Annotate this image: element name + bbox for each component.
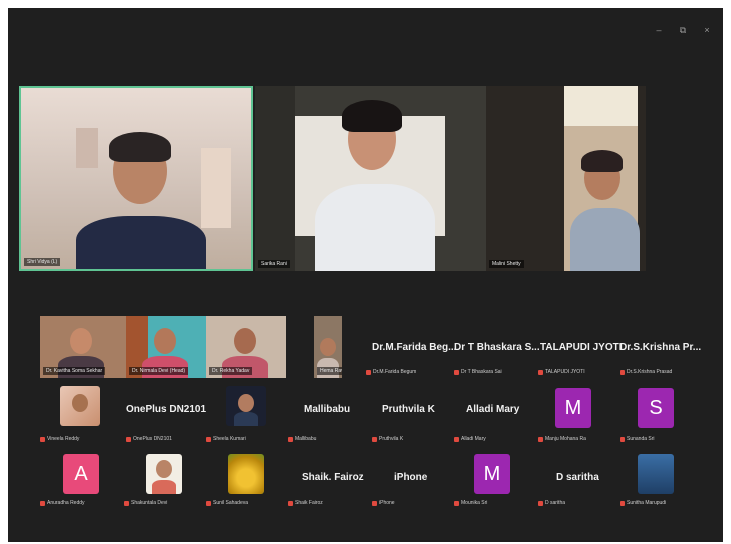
participant-name-label: Dr. Nirmala Devi (Head) <box>129 367 189 375</box>
participant-name: Alladi Mary <box>466 404 520 415</box>
mic-muted-icon <box>206 436 211 442</box>
mic-muted-icon <box>288 500 293 506</box>
participant-avatar-photo <box>228 454 264 494</box>
participant-label: Sunitha Marupudi <box>620 500 666 506</box>
participant-label: D saritha <box>538 500 565 506</box>
participant-name-label: Malini Shetty <box>489 260 524 268</box>
participant-label: OnePlus DN2101 <box>126 436 172 442</box>
participant-label: Mounika Sri <box>454 500 487 506</box>
participant-label: Shaik Fairoz <box>288 500 323 506</box>
mic-muted-icon <box>372 500 377 506</box>
participant-name-label: Dr. Kavitha Soma Sekhar <box>43 367 106 375</box>
participant-name: Mallibabu <box>304 404 351 415</box>
participant-name: Dr.S.Krishna Pr... <box>620 342 702 353</box>
mic-muted-icon <box>538 436 543 442</box>
video-tile[interactable]: Hema Ravi <box>314 316 342 378</box>
mic-muted-icon <box>40 436 45 442</box>
participant-label: Pruthvila K <box>372 436 403 442</box>
participant-name: iPhone <box>394 472 428 483</box>
mic-muted-icon <box>124 500 129 506</box>
participant-name: TALAPUDI JYOTI <box>540 342 622 353</box>
participant-label: Sunil Sahadeva <box>206 500 248 506</box>
participant-name-label: Hema Ravi <box>317 367 342 375</box>
participant-label: Alladi Mary <box>454 436 486 442</box>
window-decor <box>76 128 98 168</box>
mic-muted-icon <box>40 500 45 506</box>
close-icon[interactable]: × <box>701 24 713 36</box>
mic-muted-icon <box>538 369 543 375</box>
mic-muted-icon <box>454 436 459 442</box>
minimize-icon[interactable]: – <box>653 24 665 36</box>
mic-muted-icon <box>620 500 625 506</box>
restore-icon[interactable]: ⧉ <box>677 24 689 36</box>
video-tile[interactable]: Dr. Kavitha Soma Sekhar <box>40 316 126 378</box>
participant-label: Mallibabu <box>288 436 316 442</box>
mic-muted-icon <box>372 436 377 442</box>
participant-name: Pruthvila K <box>382 404 435 415</box>
participant-name: Dr T Bhaskara S... <box>454 342 540 353</box>
participant-avatar-letter: A <box>63 454 99 494</box>
participant-name-label: Dr. Rekha Yadav <box>209 367 253 375</box>
video-tile[interactable]: Dr. Rekha Yadav <box>206 316 286 378</box>
participant-name-label: Sarika Rani <box>258 260 290 268</box>
mic-muted-icon <box>538 500 543 506</box>
participant-label: Sheela Kumari <box>206 436 246 442</box>
participant-avatar-letter: S <box>638 388 674 428</box>
featured-video-tile-1[interactable]: Shri Vidya (L) <box>19 86 253 271</box>
mic-muted-icon <box>206 500 211 506</box>
participant-name: OnePlus DN2101 <box>126 404 207 415</box>
participant-label: Vineela Reddy <box>40 436 79 442</box>
window-controls: – ⧉ × <box>653 24 713 36</box>
participant-avatar-letter: M <box>474 454 510 494</box>
mic-muted-icon <box>454 369 459 375</box>
participant-label: Manju Mohana Ra <box>538 436 586 442</box>
meeting-window: – ⧉ × Shri Vidya (L) Sarika Rani Malini … <box>8 8 723 542</box>
participant-label: Sunanda Sri <box>620 436 655 442</box>
participant-avatar-photo <box>226 386 266 426</box>
mic-muted-icon <box>620 369 625 375</box>
participant-avatar-letter: M <box>555 388 591 428</box>
mic-muted-icon <box>620 436 625 442</box>
participant-name: Dr.M.Farida Beg... <box>372 342 457 353</box>
video-tile[interactable]: Dr. Nirmala Devi (Head) <box>126 316 206 378</box>
participant-name: Shaik. Fairoz <box>302 472 364 483</box>
participant-avatar-photo <box>146 454 182 494</box>
mic-muted-icon <box>454 500 459 506</box>
mic-muted-icon <box>366 369 371 375</box>
participant-avatar-photo <box>638 454 674 494</box>
participant-avatar-photo <box>60 386 100 426</box>
participant-name-label: Shri Vidya (L) <box>24 258 61 266</box>
participant-label: Anuradha Reddy <box>40 500 85 506</box>
mic-muted-icon <box>126 436 131 442</box>
featured-video-tile-3[interactable]: Malini Shetty <box>486 86 646 271</box>
participant-label: Dr.M.Farida Begum <box>366 369 416 375</box>
mic-muted-icon <box>288 436 293 442</box>
participant-label: Shakuntala Devi <box>124 500 167 506</box>
participant-label: Dr T Bhaskara Sai <box>454 369 502 375</box>
featured-video-tile-2[interactable]: Sarika Rani <box>255 86 486 271</box>
participant-label: TALAPUDI JYOTI <box>538 369 585 375</box>
participant-label: Dr.S.Krishna Prasad <box>620 369 672 375</box>
participant-name: D saritha <box>556 472 599 483</box>
participant-label: iPhone <box>372 500 395 506</box>
